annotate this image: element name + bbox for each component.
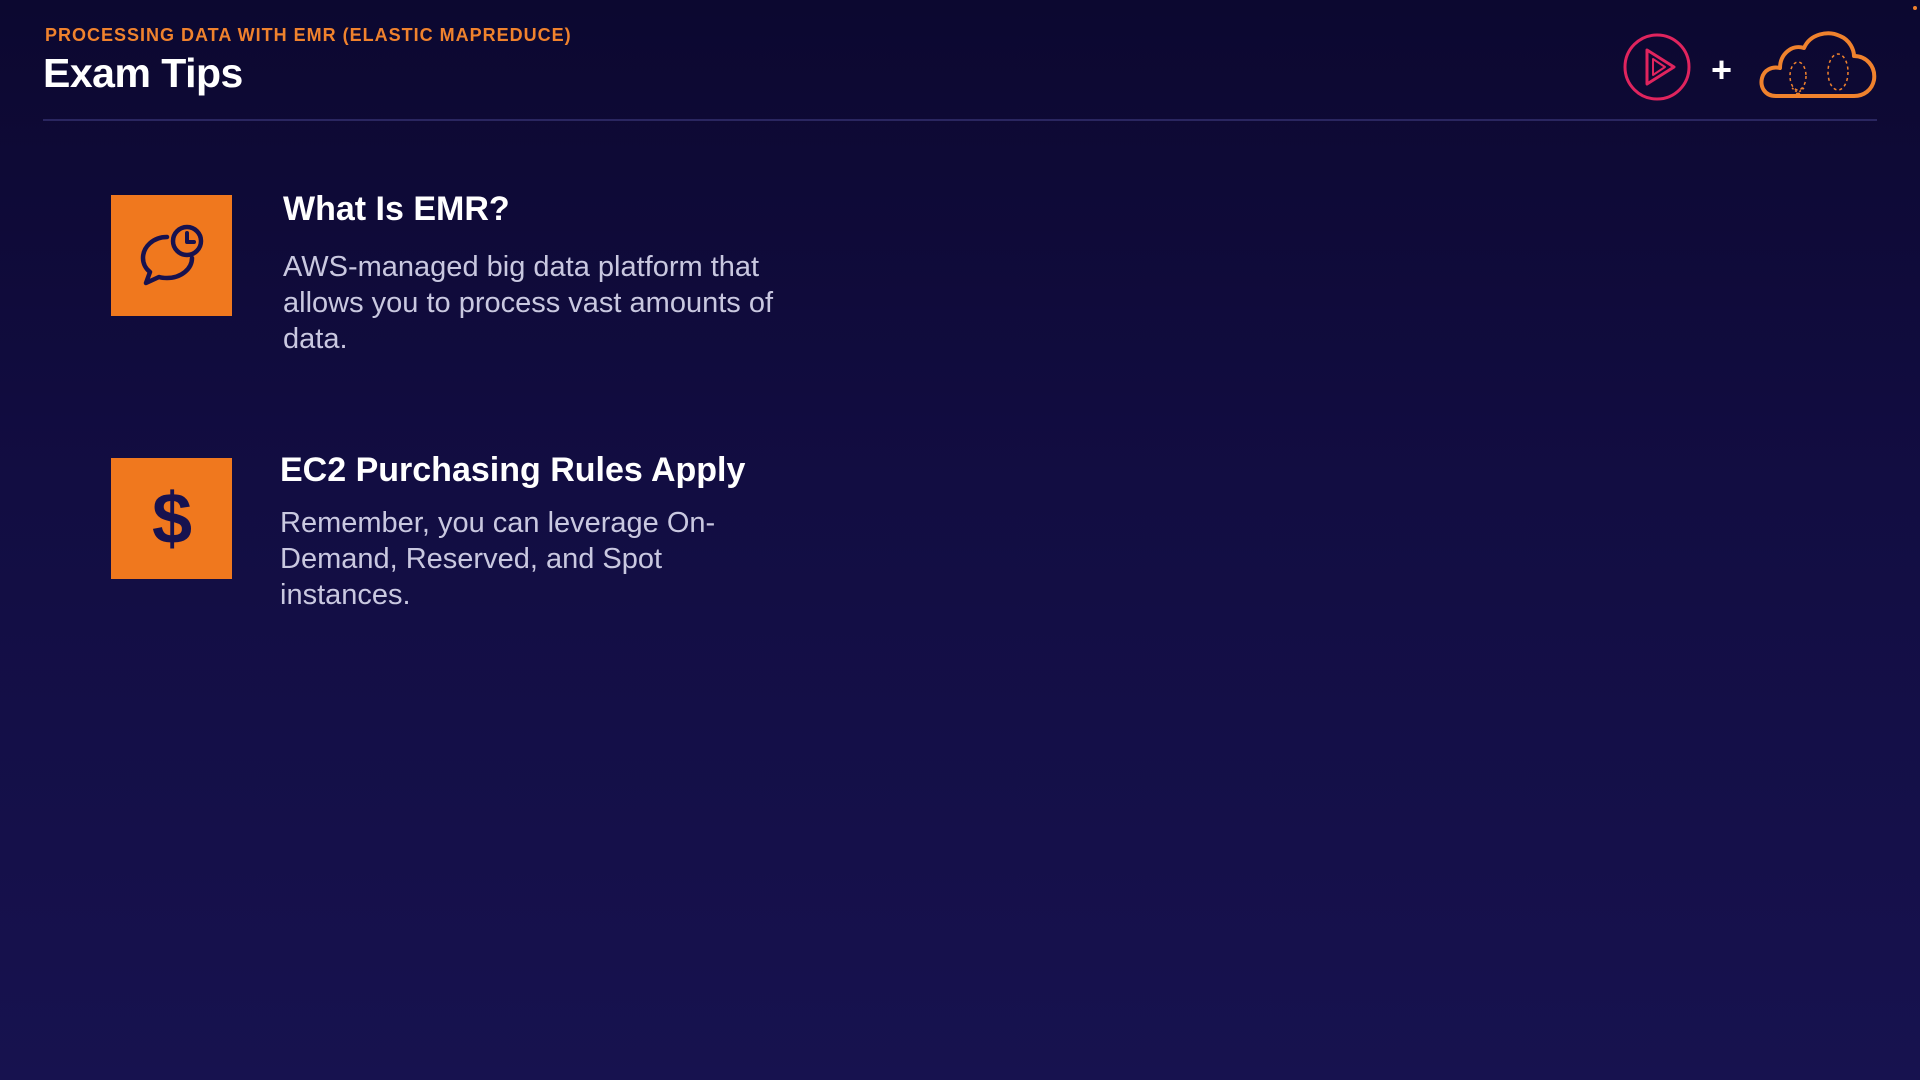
play-circle-icon <box>1623 33 1691 101</box>
tip-body: Remember, you can leverage On-Demand, Re… <box>280 507 716 611</box>
page-title: Exam Tips <box>43 50 243 96</box>
section-kicker: PROCESSING DATA WITH EMR (ELASTIC MAPRED… <box>45 25 572 45</box>
tip-icon-tile <box>111 195 232 316</box>
svg-text:$: $ <box>151 479 191 559</box>
header-divider <box>43 119 1877 121</box>
tip-icon-tile: $ <box>111 458 232 579</box>
tip-body: AWS-managed big data platform that allow… <box>283 251 774 355</box>
tip-title: What Is EMR? <box>283 190 510 228</box>
speech-bubble-clock-icon <box>140 224 203 285</box>
plus-sign: + <box>1711 49 1733 90</box>
dollar-icon: $ <box>151 479 191 559</box>
tip-title: EC2 Purchasing Rules Apply <box>280 451 746 489</box>
cloud-icon <box>1759 31 1877 98</box>
corner-dot <box>1913 6 1917 10</box>
